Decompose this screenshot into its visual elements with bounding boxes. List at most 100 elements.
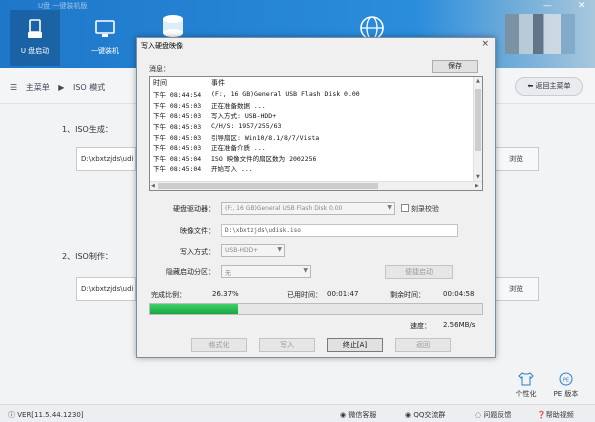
log-time: 下午 08:45:03 <box>153 112 202 121</box>
breadcrumb-current: ISO 模式 <box>72 83 106 92</box>
log-event: 正在准备数据 ... <box>211 101 266 110</box>
log-event: C/H/S: 1957/255/63 <box>211 122 282 131</box>
remain-label: 剩余时间： <box>390 291 425 299</box>
image-file-label: 映像文件： <box>180 227 215 235</box>
elapsed-value: 00:01:47 <box>327 290 359 298</box>
version-text: ⓘ VER[11.5.44.1230] <box>8 411 84 419</box>
log-time: 下午 08:45:03 <box>153 123 202 132</box>
log-row: 下午 08:45:03 引导扇区: Win10/8.1/8/7/Vista <box>150 131 360 142</box>
stop-button[interactable]: 终止[A] <box>327 338 383 352</box>
log-time: 下午 08:45:04 <box>153 165 202 174</box>
back-to-main-button[interactable]: ⬅ 返回主菜单 <box>515 77 583 96</box>
scroll-left-icon[interactable]: ◀ <box>151 183 155 189</box>
iso-generate-label: 1、ISO生成： <box>62 125 113 134</box>
pe-version-label: PE 版本 <box>553 390 579 398</box>
scroll-up-icon[interactable]: ▲ <box>476 78 480 84</box>
database-icon[interactable] <box>160 14 186 38</box>
dialog-close-icon[interactable]: × <box>481 39 489 49</box>
write-image-dialog: 写入硬盘映像 × 消息： 保存 时间 事件 下午 08:44:54 (F:, 16… <box>136 37 496 358</box>
write-mode-select[interactable]: USB-HDD+ ▼ <box>221 244 285 257</box>
menu-icon: ☰ <box>10 83 18 92</box>
back-arrow-icon: ⬅ <box>527 82 536 90</box>
personalize-button[interactable]: 个性化 <box>506 372 546 399</box>
quick-boot-button[interactable]: 便捷启动 <box>385 265 453 279</box>
log-event: 引导扇区: Win10/8.1/8/7/Vista <box>211 133 320 142</box>
log-row: 下午 08:45:04 ISO 映像文件的扇区数为 2002256 <box>150 153 360 164</box>
write-progress-bar <box>149 303 483 315</box>
chevron-down-icon: ▼ <box>277 246 282 253</box>
log-row: 下午 08:45:03 正在准备数据 ... <box>150 100 360 111</box>
log-header-row: 时间 事件 <box>150 77 360 89</box>
log-header-time: 时间 <box>153 79 167 87</box>
log-vertical-thumb[interactable] <box>475 89 481 151</box>
qq-group-link[interactable]: ◉ QQ交流群 <box>405 410 445 420</box>
personalize-label: 个性化 <box>515 390 537 398</box>
log-row: 下午 08:44:54 (F:, 16 GB)General USB Flash … <box>150 89 360 100</box>
image-file-field[interactable]: D:\xbxtzjds\udisk.iso <box>221 224 458 237</box>
nav-usb-boot[interactable]: U 盘启动 <box>10 10 60 66</box>
drive-value: (F:, 16 GB)General USB Flash Disk 0.00 <box>225 205 343 212</box>
chevron-down-icon: ▼ <box>387 204 392 211</box>
scroll-right-icon[interactable]: ▶ <box>475 183 479 189</box>
dialog-title: 写入硬盘映像 <box>141 42 183 50</box>
log-horizontal-scrollbar[interactable]: ◀ ▶ <box>150 181 482 190</box>
browse-button-2[interactable]: 浏览 <box>493 277 539 301</box>
hidden-partition-select[interactable]: 无 ▼ <box>221 265 311 278</box>
format-button[interactable]: 格式化 <box>191 338 247 352</box>
breadcrumb-separator: ▶ <box>58 83 65 92</box>
log-horizontal-thumb[interactable] <box>158 183 378 189</box>
log-event: (F:, 16 GB)General USB Flash Disk 0.00 <box>211 90 360 99</box>
iso-make-path[interactable]: D:\xbxtzjds\udi <box>76 277 136 301</box>
done-value: 26.37% <box>212 290 239 298</box>
shirt-icon <box>518 372 534 386</box>
pe-version-button[interactable]: PE PE 版本 <box>546 372 586 399</box>
help-video-link[interactable]: ❓帮助视频 <box>537 410 574 420</box>
log-header-event: 事件 <box>211 79 225 87</box>
remain-value: 00:04:58 <box>443 290 475 298</box>
checkbox-box[interactable] <box>401 204 409 212</box>
drive-select[interactable]: (F:, 16 GB)General USB Flash Disk 0.00 ▼ <box>221 202 395 215</box>
help-icon: ❓ <box>537 411 546 419</box>
verify-label: 刻录校验 <box>411 205 439 213</box>
log-vertical-scrollbar[interactable]: ▲ ▼ <box>473 77 482 182</box>
hidden-partition-value: 无 <box>225 270 232 277</box>
monitor-icon <box>95 20 115 37</box>
back-button[interactable]: 返回 <box>395 338 451 352</box>
version-value: VER[11.5.44.1230] <box>17 411 84 419</box>
breadcrumb-root[interactable]: 主菜单 <box>26 83 50 92</box>
usb-icon <box>28 19 42 38</box>
nav-one-click-label: 一键装机 <box>91 47 119 55</box>
log-time: 下午 08:45:04 <box>153 154 202 163</box>
message-log[interactable]: 时间 事件 下午 08:44:54 (F:, 16 GB)General USB … <box>149 76 483 191</box>
speed-label: 速度： <box>410 322 431 330</box>
log-event: ISO 映像文件的扇区数为 2002256 <box>211 154 317 163</box>
browse-button-1[interactable]: 浏览 <box>493 147 539 171</box>
nav-usb-boot-label: U 盘启动 <box>20 47 50 55</box>
log-row: 下午 08:45:03 正在准备介质 ... <box>150 142 360 153</box>
scroll-down-icon[interactable]: ▼ <box>476 174 480 180</box>
log-time: 下午 08:45:03 <box>153 144 202 153</box>
iso-generate-path[interactable]: D:\xbxtzjds\udi <box>76 147 136 171</box>
help-label: 帮助视频 <box>545 411 574 419</box>
verify-checkbox[interactable]: 刻录校验 <box>401 204 439 214</box>
save-button[interactable]: 保存 <box>432 60 478 73</box>
status-bar: ⓘ VER[11.5.44.1230] ◉ 微信客服 ◉ QQ交流群 ◌ 问题反… <box>0 404 595 422</box>
svg-text:PE: PE <box>563 378 569 384</box>
feedback-label: 问题反馈 <box>483 411 512 419</box>
nav-one-click[interactable]: 一键装机 <box>80 10 130 66</box>
write-button[interactable]: 写入 <box>259 338 315 352</box>
drive-label: 硬盘驱动器： <box>173 205 215 213</box>
qq-label: QQ交流群 <box>413 411 446 419</box>
pe-version-icon: PE <box>559 372 573 386</box>
feedback-link[interactable]: ◌ 问题反馈 <box>475 410 511 420</box>
log-row: 下午 08:45:03 C/H/S: 1957/255/63 <box>150 121 360 132</box>
close-icon[interactable]: ✕ <box>578 1 586 11</box>
elapsed-label: 已用时间： <box>287 291 322 299</box>
breadcrumb: ☰ 主菜单 ▶ ISO 模式 <box>10 82 111 93</box>
minimize-icon[interactable]: — <box>543 1 552 11</box>
decorative-banner <box>505 14 575 54</box>
log-event: 正在准备介质 ... <box>211 144 266 153</box>
wechat-support-link[interactable]: ◉ 微信客服 <box>340 410 376 420</box>
done-label: 完成比例： <box>151 291 186 299</box>
wechat-label: 微信客服 <box>348 411 377 419</box>
